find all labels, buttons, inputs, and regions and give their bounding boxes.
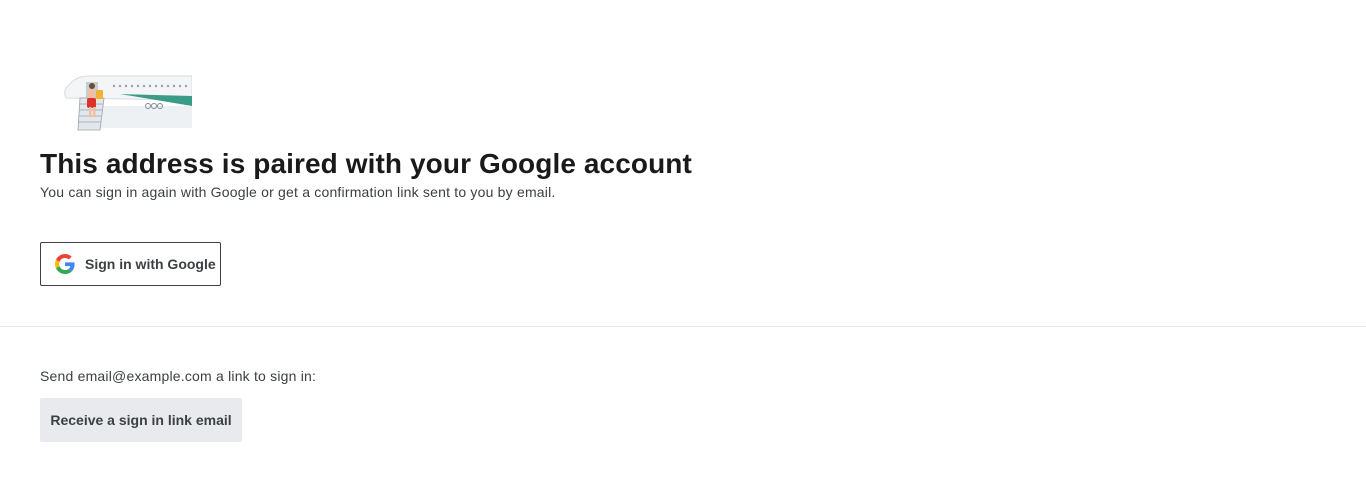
receive-sign-in-link-button[interactable]: Receive a sign in link email (40, 398, 242, 442)
sign-in-with-google-label: Sign in with Google (85, 256, 216, 272)
section-divider (0, 326, 1366, 327)
page-subtitle: You can sign in again with Google or get… (40, 184, 556, 200)
airplane-boarding-illustration (60, 70, 193, 132)
page-title: This address is paired with your Google … (40, 148, 692, 179)
google-g-icon (55, 254, 75, 274)
send-link-prompt: Send email@example.com a link to sign in… (40, 368, 317, 384)
sign-in-with-google-button[interactable]: Sign in with Google (40, 242, 221, 286)
receive-sign-in-link-label: Receive a sign in link email (50, 412, 232, 428)
google-paired-section: This address is paired with your Google … (0, 0, 1366, 326)
